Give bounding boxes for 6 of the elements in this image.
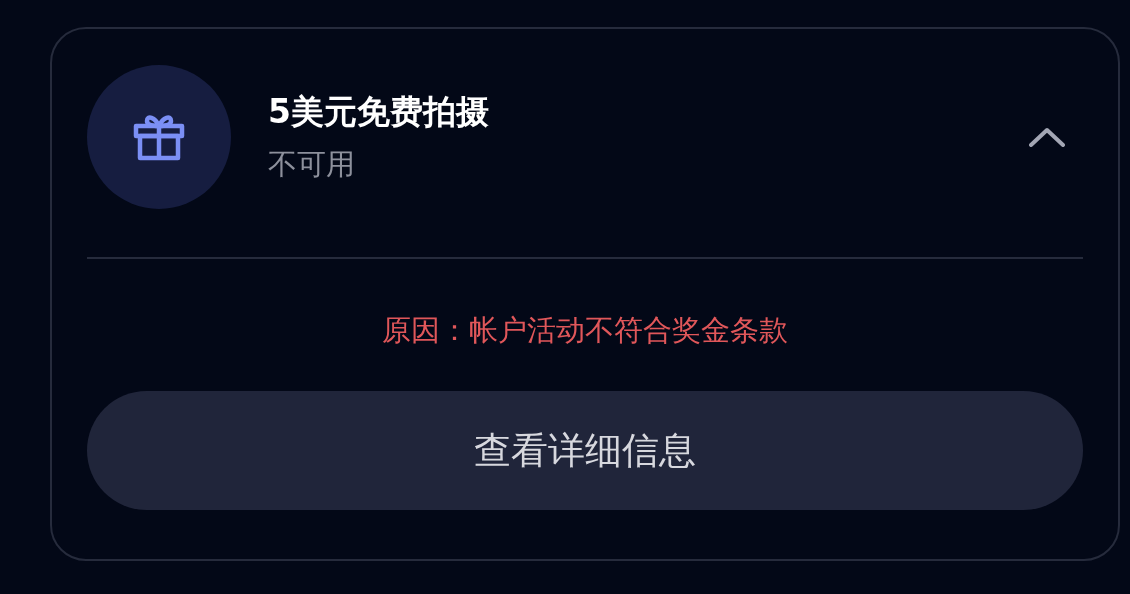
reward-title: 5美元免费拍摄 [268,90,490,133]
chevron-up-icon [1029,127,1065,147]
gift-icon [133,113,185,161]
reason-text: 原因：帐户活动不符合奖金条款 [382,312,788,349]
reward-status: 不可用 [268,145,356,183]
view-details-button[interactable]: 查看详细信息 [87,391,1083,510]
